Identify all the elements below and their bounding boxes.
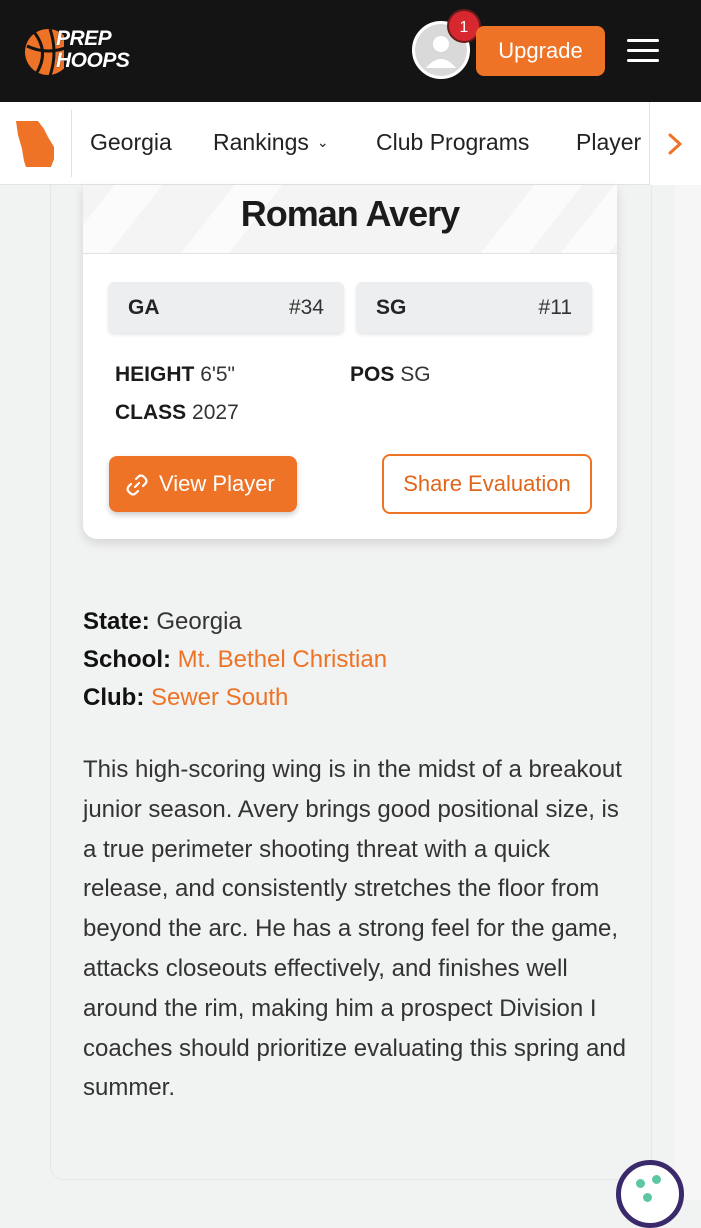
height-info: HEIGHT 6'5" — [115, 363, 235, 387]
pos-label: POS — [350, 363, 395, 386]
position-rank-box: SG #11 — [356, 282, 592, 333]
position-rank-value: #11 — [538, 296, 572, 319]
chevron-down-icon: ⌄ — [316, 134, 329, 150]
nav-item-club-programs[interactable]: Club Programs — [376, 102, 529, 185]
link-icon — [126, 474, 148, 496]
position-info: POS SG — [350, 363, 431, 387]
club-link[interactable]: Sewer South — [151, 684, 288, 711]
school-label: School: — [83, 646, 171, 673]
player-card: Roman Avery GA #34 SG #11 HEIGHT 6'5" PO… — [83, 185, 617, 539]
state-detail: State: Georgia — [83, 608, 242, 636]
state-rank-box: GA #34 — [108, 282, 344, 333]
club-detail: Club: Sewer South — [83, 684, 288, 712]
nav-item-player[interactable]: Player — [576, 102, 641, 185]
pos-value: SG — [400, 363, 431, 386]
nav-item-label: Rankings — [213, 129, 309, 155]
height-value: 6'5" — [200, 363, 236, 386]
top-bar: PREP HOOPS 1 Upgrade — [0, 0, 701, 102]
view-player-label: View Player — [159, 471, 275, 496]
prep-hoops-logo[interactable]: PREP HOOPS — [24, 26, 150, 78]
nav-item-rankings[interactable]: Rankings ⌄ — [213, 102, 329, 185]
logo-text: PREP HOOPS — [56, 27, 130, 72]
evaluation-text: This high-scoring wing is in the midst o… — [83, 756, 626, 1102]
class-info: CLASS 2027 — [115, 401, 239, 425]
position-rank-label: SG — [376, 296, 407, 319]
state-value: Georgia — [156, 608, 242, 635]
cookie-settings-icon[interactable] — [616, 1160, 684, 1228]
chevron-right-icon — [668, 133, 682, 155]
height-label: HEIGHT — [115, 363, 195, 386]
state-rank-label: GA — [128, 296, 160, 319]
player-name: Roman Avery — [240, 193, 460, 234]
state-nav: Georgia Rankings ⌄ Club Programs Player — [0, 102, 701, 185]
upgrade-button[interactable]: Upgrade — [476, 26, 605, 76]
state-label: State: — [83, 608, 150, 635]
state-rank-value: #34 — [288, 296, 324, 319]
nav-scroll-right-button[interactable] — [649, 102, 701, 185]
view-player-button[interactable]: View Player — [109, 456, 297, 512]
player-card-header: Roman Avery — [83, 185, 617, 254]
nav-item-georgia[interactable]: Georgia — [90, 102, 172, 185]
georgia-state-icon[interactable] — [14, 119, 56, 169]
school-link[interactable]: Mt. Bethel Christian — [178, 646, 387, 673]
class-label: CLASS — [115, 401, 187, 424]
class-value: 2027 — [192, 401, 239, 424]
club-label: Club: — [83, 684, 145, 711]
menu-icon[interactable] — [627, 36, 659, 64]
share-evaluation-button[interactable]: Share Evaluation — [382, 454, 592, 514]
school-detail: School: Mt. Bethel Christian — [83, 646, 387, 674]
